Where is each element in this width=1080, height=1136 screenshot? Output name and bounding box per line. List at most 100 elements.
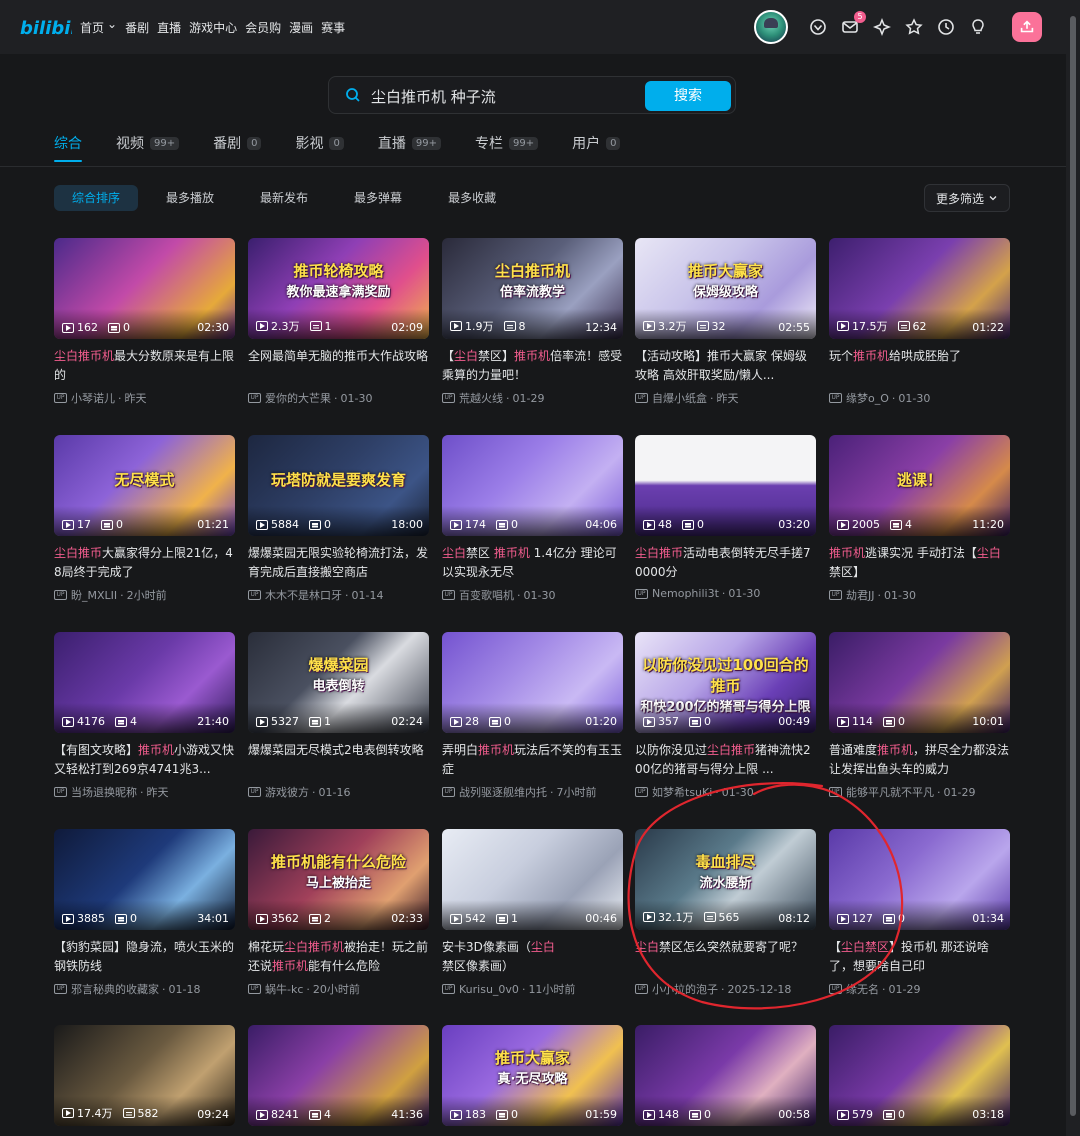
video-card[interactable]: 推币机能有什么危险 马上被抬走 3562 2 02:33 棉花玩尘白推币机被抬走！玩之前还… bbox=[248, 829, 429, 997]
video-card[interactable]: 48 0 03:20 尘白推币活动电表倒转无尽手搓70000分 UP Nemophili3… bbox=[635, 435, 816, 600]
tab-5[interactable]: 专栏 99+ bbox=[475, 132, 539, 154]
nav-link[interactable]: 会员购 bbox=[245, 19, 281, 36]
video-card[interactable]: 玩塔防就是要爽发育 5884 0 18:00 爆爆菜园无限实验轮椅流打法，发育完成后直接… bbox=[248, 435, 429, 603]
history-clock-icon[interactable] bbox=[936, 17, 956, 37]
video-title[interactable]: 爆爆菜园无限实验轮椅流打法，发育完成后直接搬空商店 bbox=[248, 544, 429, 582]
video-title[interactable]: 普通难度推币机，拼尽全力都没法让发挥出鱼头车的威力 bbox=[829, 741, 1010, 779]
uploader-name[interactable]: 自爆小纸盒 bbox=[652, 390, 707, 406]
video-title[interactable]: 【活动攻略】推币大赢家 保姆级攻略 高效肝取奖励/懒人... bbox=[635, 347, 816, 385]
video-thumbnail[interactable]: 爆爆菜园 电表倒转 5327 1 02:24 bbox=[248, 632, 429, 733]
page-scrollbar[interactable] bbox=[1066, 0, 1080, 1136]
video-thumbnail[interactable]: 推币大赢家 真·无尽攻略 183 0 01:59 bbox=[442, 1025, 623, 1126]
sort-option[interactable]: 最多收藏 bbox=[430, 185, 514, 211]
nav-link[interactable]: 赛事 bbox=[321, 19, 345, 36]
video-card[interactable]: 542 1 00:46 安卡3D像素画（尘白禁区像素画） UP Kurisu_0v0 · … bbox=[442, 829, 623, 997]
sort-option[interactable]: 综合排序 bbox=[54, 185, 139, 211]
video-thumbnail[interactable]: 毒血排尽 流水腰斩 32.1万 565 08:12 bbox=[635, 829, 816, 930]
search-button[interactable]: 搜索 bbox=[645, 81, 731, 111]
uploader-name[interactable]: 蜗牛-kc bbox=[265, 981, 303, 997]
sort-option[interactable]: 最新发布 bbox=[242, 185, 326, 211]
video-thumbnail[interactable]: 127 0 01:34 bbox=[829, 829, 1010, 930]
message-icon[interactable]: 5 bbox=[840, 11, 866, 37]
sort-option[interactable]: 最多弹幕 bbox=[336, 185, 420, 211]
video-thumbnail[interactable]: 579 0 03:18 bbox=[829, 1025, 1010, 1126]
video-thumbnail[interactable]: 推币大赢家 保姆级攻略 3.2万 32 02:55 bbox=[635, 238, 816, 339]
dynamic-icon[interactable] bbox=[872, 17, 892, 37]
video-thumbnail[interactable]: 逃课！ 2005 4 11:20 bbox=[829, 435, 1010, 536]
video-title[interactable]: 【尘白禁区】投币机 那还说啥了，想要啥自己印 bbox=[829, 938, 1010, 976]
video-thumbnail[interactable]: 17.5万 62 01:22 bbox=[829, 238, 1010, 339]
video-thumbnail[interactable]: 48 0 03:20 bbox=[635, 435, 816, 536]
video-title[interactable]: 玩个推币机给哄成胚胎了 bbox=[829, 347, 1010, 385]
video-card[interactable]: 148 0 00:58 bbox=[635, 1025, 816, 1126]
tab-4[interactable]: 直播 99+ bbox=[378, 132, 441, 154]
video-card[interactable]: 推币轮椅攻略 教你最速拿满奖励 2.3万 1 02:09 全网最简单无脑的推币大作战攻略 U… bbox=[248, 238, 429, 406]
video-thumbnail[interactable]: 4176 4 21:40 bbox=[54, 632, 235, 733]
search-input[interactable]: 尘白推币机 种子流 bbox=[371, 86, 496, 107]
video-card[interactable]: 无尽模式 17 0 01:21 尘白推币大赢家得分上限21亿，48局终于完成了 UP 盼_M… bbox=[54, 435, 235, 603]
uploader-name[interactable]: 木木不是林口牙 bbox=[265, 587, 342, 603]
video-thumbnail[interactable]: 542 1 00:46 bbox=[442, 829, 623, 930]
search-box[interactable]: 尘白推币机 种子流 搜索 bbox=[328, 76, 736, 114]
video-thumbnail[interactable]: 玩塔防就是要爽发育 5884 0 18:00 bbox=[248, 435, 429, 536]
nav-link[interactable]: 游戏中心 bbox=[189, 19, 237, 36]
video-card[interactable]: 毒血排尽 流水腰斩 32.1万 565 08:12 尘白禁区怎么突然就要寄了呢？ UP 小小拉… bbox=[635, 829, 816, 997]
video-title[interactable]: 弄明白推币机玩法后不笑的有玉玉症 bbox=[442, 741, 623, 779]
video-card[interactable]: 推币大赢家 真·无尽攻略 183 0 01:59 bbox=[442, 1025, 623, 1126]
video-thumbnail[interactable]: 114 0 10:01 bbox=[829, 632, 1010, 733]
video-thumbnail[interactable]: 28 0 01:20 bbox=[442, 632, 623, 733]
nav-link[interactable]: 漫画 bbox=[289, 19, 313, 36]
video-card[interactable]: 28 0 01:20 弄明白推币机玩法后不笑的有玉玉症 UP 战列驱逐舰维内托 · 7小时… bbox=[442, 632, 623, 800]
video-card[interactable]: 127 0 01:34 【尘白禁区】投币机 那还说啥了，想要啥自己印 UP 缘无名 · 0… bbox=[829, 829, 1010, 997]
video-title[interactable]: 【尘白禁区】推币机倍率流！感受乘算的力量吧！ bbox=[442, 347, 623, 385]
vip-icon[interactable] bbox=[808, 17, 828, 37]
video-thumbnail[interactable]: 174 0 04:06 bbox=[442, 435, 623, 536]
video-title[interactable]: 【豹豹菜园】隐身流，喷火玉米的钢铁防线 bbox=[54, 938, 235, 976]
video-card[interactable]: 8241 4 41:36 bbox=[248, 1025, 429, 1126]
user-avatar[interactable] bbox=[754, 10, 788, 44]
tab-3[interactable]: 影视 0 bbox=[295, 132, 344, 154]
uploader-name[interactable]: 荒越火线 bbox=[459, 390, 503, 406]
video-title[interactable]: 全网最简单无脑的推币大作战攻略 bbox=[248, 347, 429, 385]
uploader-name[interactable]: 缘梦o_O bbox=[846, 390, 889, 406]
uploader-name[interactable]: Kurisu_0v0 bbox=[459, 983, 519, 996]
video-card[interactable]: 174 0 04:06 尘白禁区 推币机 1.4亿分 理论可以实现永无尽 UP 百变歌唱机… bbox=[442, 435, 623, 603]
bilibili-logo[interactable]: bilibili bbox=[20, 14, 72, 40]
uploader-name[interactable]: 当场退换昵称 bbox=[71, 784, 137, 800]
uploader-name[interactable]: 如梦希tsuKi bbox=[652, 784, 712, 800]
uploader-name[interactable]: 能够平凡就不平凡 bbox=[846, 784, 934, 800]
video-title[interactable]: 【有图文攻略】推币机小游戏又快又轻松打到269京4741兆3... bbox=[54, 741, 235, 779]
video-title[interactable]: 棉花玩尘白推币机被抬走！玩之前还说推币机能有什么危险 bbox=[248, 938, 429, 976]
video-card[interactable]: 推币大赢家 保姆级攻略 3.2万 32 02:55 【活动攻略】推币大赢家 保姆级攻略 高… bbox=[635, 238, 816, 406]
more-filter-button[interactable]: 更多筛选 bbox=[924, 184, 1010, 212]
nav-link[interactable]: 首页 ⌄ bbox=[80, 17, 117, 36]
video-title[interactable]: 尘白推币活动电表倒转无尽手搓70000分 bbox=[635, 544, 816, 582]
video-card[interactable]: 逃课！ 2005 4 11:20 推币机逃课实况 手动打法【尘白禁区】 UP 劫君JJ · … bbox=[829, 435, 1010, 603]
video-title[interactable]: 尘白禁区 推币机 1.4亿分 理论可以实现永无尽 bbox=[442, 544, 623, 582]
favorites-star-icon[interactable] bbox=[904, 17, 924, 37]
video-card[interactable]: 以防你没见过100回合的推币和快200亿的猪哥与得分上限357000:49 以防你… bbox=[635, 632, 816, 800]
video-card[interactable]: 4176 4 21:40 【有图文攻略】推币机小游戏又快又轻松打到269京4741兆3… bbox=[54, 632, 235, 800]
uploader-name[interactable]: 百变歌唱机 bbox=[459, 587, 514, 603]
video-card[interactable]: 579 0 03:18 bbox=[829, 1025, 1010, 1126]
video-card[interactable]: 尘白推币机 倍率流教学 1.9万 8 12:34 【尘白禁区】推币机倍率流！感受乘算的力量… bbox=[442, 238, 623, 406]
video-title[interactable]: 以防你没见过尘白推币猪神流快200亿的猪哥与得分上限 ... bbox=[635, 741, 816, 779]
video-title[interactable]: 安卡3D像素画（尘白禁区像素画） bbox=[442, 938, 623, 976]
video-title[interactable]: 尘白推币机最大分数原来是有上限的 bbox=[54, 347, 235, 385]
video-card[interactable]: 17.5万 62 01:22 玩个推币机给哄成胚胎了 UP 缘梦o_O · 01-30 bbox=[829, 238, 1010, 406]
uploader-name[interactable]: 邪言秘典的收藏家 bbox=[71, 981, 159, 997]
video-card[interactable]: 162 0 02:30 尘白推币机最大分数原来是有上限的 UP 小琴诺儿 · 昨天 bbox=[54, 238, 235, 406]
scrollbar-thumb[interactable] bbox=[1070, 16, 1076, 1116]
uploader-name[interactable]: 盼_MXLII bbox=[71, 587, 117, 603]
video-thumbnail[interactable]: 无尽模式 17 0 01:21 bbox=[54, 435, 235, 536]
uploader-name[interactable]: 爱你的大芒果 bbox=[265, 390, 331, 406]
tab-1[interactable]: 视频 99+ bbox=[116, 132, 180, 154]
uploader-name[interactable]: 劫君JJ bbox=[846, 587, 875, 603]
uploader-name[interactable]: 缘无名 bbox=[846, 981, 879, 997]
video-title[interactable]: 尘白禁区怎么突然就要寄了呢？ bbox=[635, 938, 816, 976]
video-thumbnail[interactable]: 162 0 02:30 bbox=[54, 238, 235, 339]
video-title[interactable]: 推币机逃课实况 手动打法【尘白禁区】 bbox=[829, 544, 1010, 582]
video-thumbnail[interactable]: 以防你没见过100回合的推币和快200亿的猪哥与得分上限357000:49 bbox=[635, 632, 816, 733]
uploader-name[interactable]: 战列驱逐舰维内托 bbox=[459, 784, 547, 800]
video-thumbnail[interactable]: 17.4万 582 09:24 bbox=[54, 1025, 235, 1126]
